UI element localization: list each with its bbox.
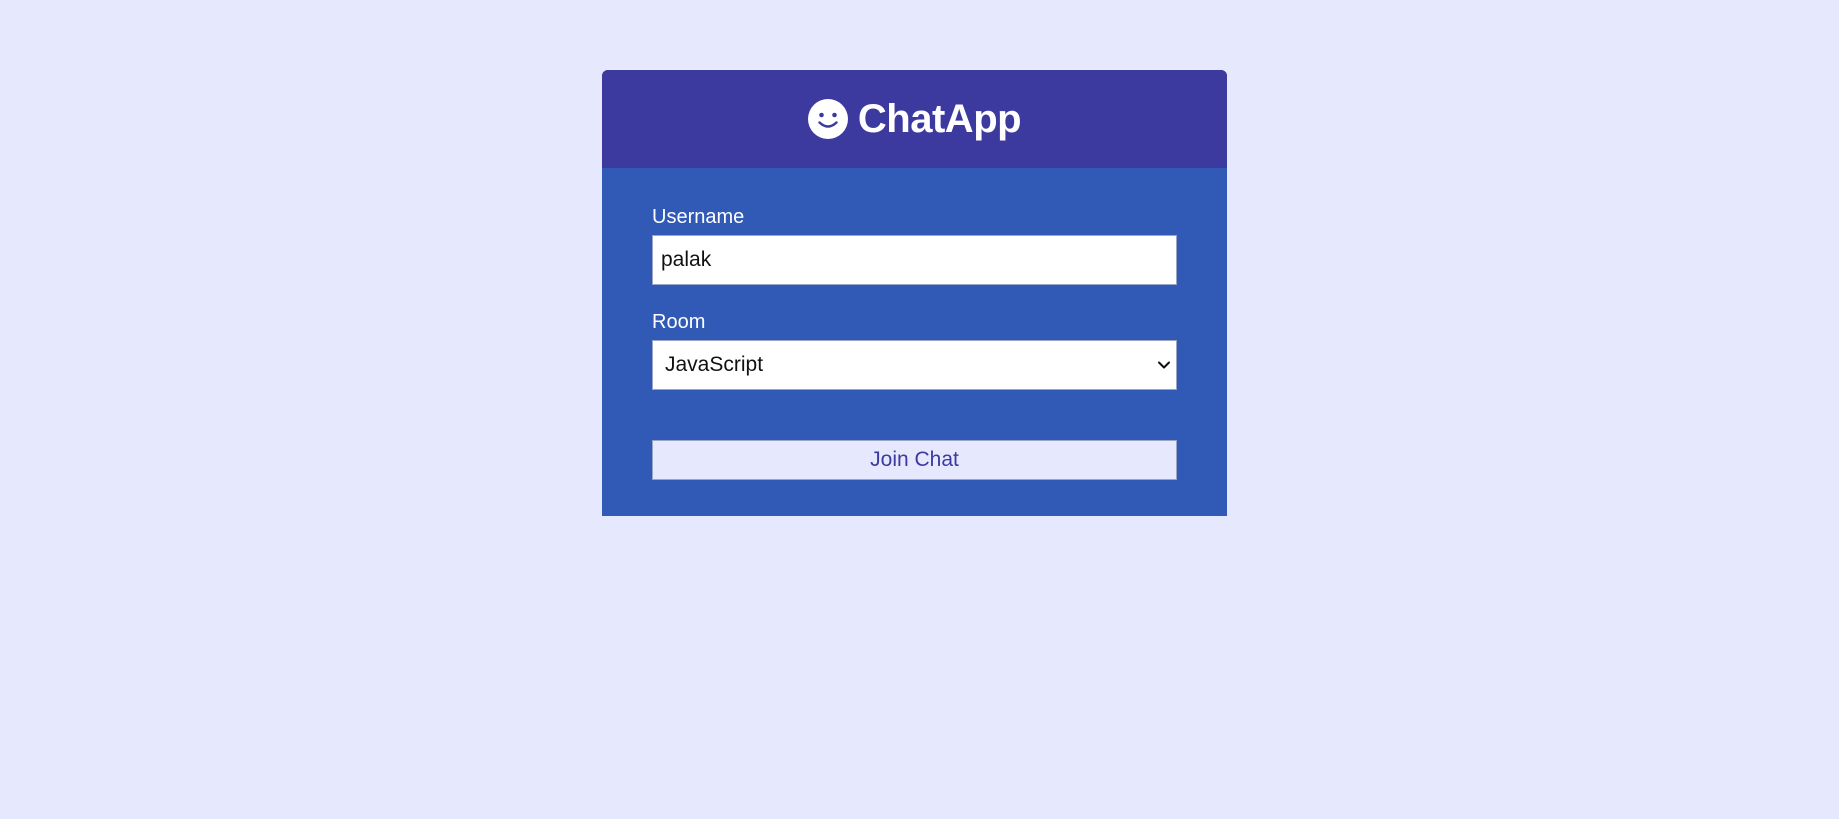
room-group: Room JavaScript <box>652 311 1177 390</box>
room-select[interactable]: JavaScript <box>652 340 1177 390</box>
smile-icon <box>807 99 848 139</box>
app-title: ChatApp <box>857 96 1022 141</box>
join-form: Username Room JavaScript Join Chat <box>602 168 1227 480</box>
join-chat-button[interactable]: Join Chat <box>652 440 1177 480</box>
join-card: ChatApp Username Room JavaScript Join Ch… <box>602 70 1227 516</box>
username-group: Username <box>652 206 1177 285</box>
chevron-down-icon <box>1157 358 1171 372</box>
username-label: Username <box>652 206 745 228</box>
room-label: Room <box>652 311 706 333</box>
username-input[interactable] <box>652 235 1177 285</box>
room-select-value[interactable]: JavaScript <box>652 340 1177 390</box>
card-header: ChatApp <box>602 70 1227 168</box>
